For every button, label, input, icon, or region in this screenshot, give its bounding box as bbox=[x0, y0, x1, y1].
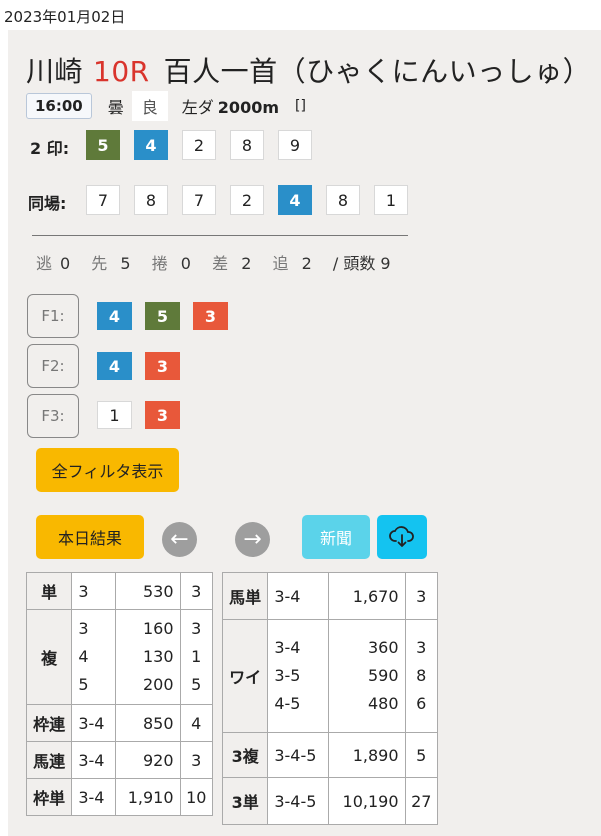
bet-type: 枠単 bbox=[25, 778, 73, 816]
table-row: 複 345 160 130 200 315 bbox=[25, 609, 214, 705]
filter-2-horse-2: 3 bbox=[145, 352, 180, 380]
bet-type: 馬単 bbox=[221, 572, 269, 620]
bet-type: ワイ bbox=[221, 619, 269, 733]
race-title: 川崎 10R 百人一首（ひゃくにんいっしゅ） bbox=[26, 50, 591, 90]
filter-3-horse-2: 3 bbox=[145, 401, 180, 429]
bet-type: 3複 bbox=[221, 732, 269, 778]
next-arrow-icon[interactable]: → bbox=[235, 522, 270, 557]
bet-type: 単 bbox=[25, 572, 73, 610]
running-styles: 逃0 先 5 捲 0 差 2 追 2 / 頭数 9 bbox=[36, 254, 391, 273]
venue-name: 川崎 bbox=[26, 55, 84, 88]
table-row: 3複 3-4-5 1,890 5 bbox=[221, 732, 439, 778]
two-mark-2: 4 bbox=[134, 130, 168, 160]
two-mark-4: 8 bbox=[230, 130, 264, 160]
table-row: 3単 3-4-5 10,190 27 bbox=[221, 777, 439, 825]
today-results-button[interactable]: 本日結果 bbox=[36, 515, 144, 559]
race-card: 川崎 10R 百人一首（ひゃくにんいっしゅ） 16:00 曇 良 左ダ 2000m [… bbox=[8, 30, 601, 836]
same-track-7: 1 bbox=[374, 185, 408, 215]
race-number: 10R bbox=[93, 55, 150, 88]
same-track-2: 8 bbox=[134, 185, 168, 215]
divider bbox=[32, 235, 408, 236]
same-track-1: 7 bbox=[86, 185, 120, 215]
newspaper-button[interactable]: 新聞 bbox=[302, 515, 370, 559]
cloud-download-icon bbox=[389, 526, 414, 547]
distance: 2000m bbox=[217, 98, 279, 117]
race-name: 百人一首（ひゃくにんいっしゅ） bbox=[163, 55, 592, 88]
filter-1-horse-1: 4 bbox=[97, 302, 132, 330]
same-track-3: 7 bbox=[182, 185, 216, 215]
filter-1-horse-3: 3 bbox=[193, 302, 228, 330]
race-info: 16:00 曇 良 左ダ 2000m [] bbox=[26, 91, 306, 121]
extra-info: [] bbox=[295, 98, 306, 114]
bet-type: 枠連 bbox=[25, 704, 73, 742]
filter-2-horse-1: 4 bbox=[97, 352, 132, 380]
bet-type: 複 bbox=[25, 609, 73, 705]
post-time: 16:00 bbox=[26, 93, 92, 119]
filter-2-button[interactable]: F2: bbox=[27, 344, 79, 388]
table-row: 馬連 3-4 920 3 bbox=[25, 741, 214, 779]
payout-table-left: 単 3 530 3 複 345 160 130 200 315 枠連 3-4 850… bbox=[25, 572, 214, 816]
bet-type: 馬連 bbox=[25, 741, 73, 779]
bet-type: 3単 bbox=[221, 777, 269, 825]
filter-1-horse-2: 5 bbox=[145, 302, 180, 330]
payout-table-right: 馬単 3-4 1,670 3 ワイ 3-4 3-5 4-5 360 590 480 38… bbox=[221, 572, 439, 825]
course-type: 左ダ 2000m bbox=[181, 98, 279, 117]
same-track-4: 2 bbox=[230, 185, 264, 215]
table-row: 枠単 3-4 1,910 10 bbox=[25, 778, 214, 816]
table-row: 馬単 3-4 1,670 3 bbox=[221, 572, 439, 620]
filter-3-button[interactable]: F3: bbox=[27, 394, 79, 438]
filter-1-button[interactable]: F1: bbox=[27, 294, 79, 338]
track-condition: 良 bbox=[131, 91, 168, 121]
same-track-5: 4 bbox=[278, 185, 312, 215]
same-track-6: 8 bbox=[326, 185, 360, 215]
field-size: / 頭数 9 bbox=[332, 254, 391, 273]
show-all-filters-button[interactable]: 全フィルタ表示 bbox=[36, 448, 179, 492]
weather: 曇 bbox=[107, 98, 124, 117]
download-button[interactable] bbox=[377, 515, 427, 559]
same-track-label: 同場: bbox=[28, 194, 67, 213]
two-mark-1: 5 bbox=[86, 130, 120, 160]
table-row: 単 3 530 3 bbox=[25, 572, 214, 610]
race-date: 2023年01月02日 bbox=[4, 8, 126, 26]
filter-3-horse-1: 1 bbox=[97, 401, 132, 429]
two-mark-3: 2 bbox=[182, 130, 216, 160]
two-marks-label: 2 印: bbox=[30, 139, 70, 158]
table-row: ワイ 3-4 3-5 4-5 360 590 480 386 bbox=[221, 619, 439, 733]
table-row: 枠連 3-4 850 4 bbox=[25, 704, 214, 742]
prev-arrow-icon[interactable]: ← bbox=[162, 522, 197, 557]
two-mark-5: 9 bbox=[278, 130, 312, 160]
